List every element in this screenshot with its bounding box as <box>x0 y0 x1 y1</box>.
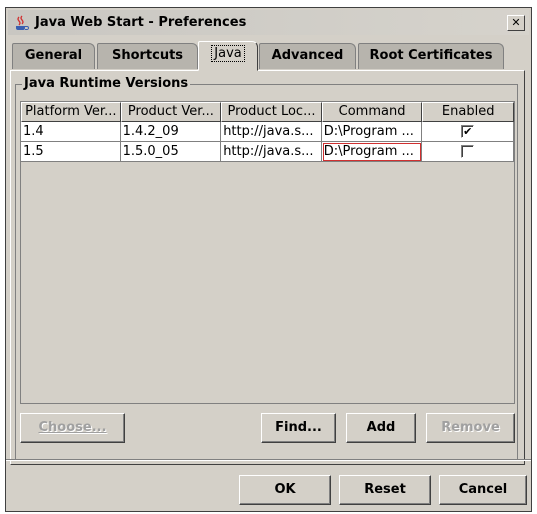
tab-general[interactable]: General <box>12 43 95 69</box>
window-title: Java Web Start - Preferences <box>35 15 247 30</box>
group-title: Java Runtime Versions <box>22 76 191 91</box>
column-header-command[interactable]: Command <box>321 102 423 122</box>
java-tab-panel: Java Runtime Versions Platform Ver... Pr… <box>10 70 525 465</box>
table-row[interactable]: 1.5 1.5.0_05 http://java.s... D:\Program… <box>21 142 514 162</box>
remove-button[interactable]: Remove <box>426 413 515 443</box>
platform-version-cell[interactable]: 1.4 <box>21 122 121 142</box>
column-header-platform-version[interactable]: Platform Ver... <box>21 102 121 122</box>
command-cell-focused[interactable]: D:\Program ... <box>321 142 423 162</box>
product-location-cell[interactable]: http://java.s... <box>221 142 322 162</box>
title-bar[interactable]: Java Web Start - Preferences ✕ <box>8 10 529 35</box>
enabled-checkbox[interactable] <box>461 145 475 158</box>
product-version-cell[interactable]: 1.4.2_09 <box>120 122 222 142</box>
close-button[interactable]: ✕ <box>507 15 525 31</box>
java-cup-icon <box>16 15 29 30</box>
command-cell[interactable]: D:\Program ... <box>321 122 423 142</box>
add-button[interactable]: Add <box>346 413 416 443</box>
ok-button[interactable]: OK <box>239 475 331 505</box>
find-button[interactable]: Find... <box>261 413 336 443</box>
remove-button-label: Remove <box>441 420 500 435</box>
jre-table[interactable]: Platform Ver... Product Ver... Product L… <box>20 101 515 404</box>
reset-button[interactable]: Reset <box>339 475 431 505</box>
table-row[interactable]: 1.4 1.4.2_09 http://java.s... D:\Program… <box>21 122 514 142</box>
platform-version-cell[interactable]: 1.5 <box>21 142 121 162</box>
product-location-cell[interactable]: http://java.s... <box>221 122 322 142</box>
enabled-cell[interactable]: ✔ <box>422 122 514 142</box>
tab-java[interactable]: Java <box>198 41 258 71</box>
choose-button-label: Choose... <box>38 420 107 435</box>
preferences-window: Java Web Start - Preferences ✕ General S… <box>5 7 532 512</box>
column-header-enabled[interactable]: Enabled <box>422 102 514 122</box>
choose-button[interactable]: Choose... <box>20 413 125 443</box>
find-button-label: Find... <box>275 420 322 435</box>
tab-java-label: Java <box>211 45 245 62</box>
column-header-product-version[interactable]: Product Ver... <box>120 102 222 122</box>
tab-shortcuts[interactable]: Shortcuts <box>97 43 198 69</box>
tab-root-certificates[interactable]: Root Certificates <box>358 43 504 69</box>
tab-advanced[interactable]: Advanced <box>259 43 356 69</box>
enabled-cell[interactable] <box>422 142 514 162</box>
enabled-checkbox[interactable]: ✔ <box>461 125 475 138</box>
dialog-separator <box>6 459 531 461</box>
table-empty-area <box>21 160 514 403</box>
add-button-label: Add <box>366 420 396 435</box>
column-header-product-location[interactable]: Product Loc... <box>221 102 322 122</box>
java-runtime-versions-group: Java Runtime Versions Platform Ver... Pr… <box>15 76 518 460</box>
table-header: Platform Ver... Product Ver... Product L… <box>21 102 514 122</box>
product-version-cell[interactable]: 1.5.0_05 <box>120 142 222 162</box>
cancel-button[interactable]: Cancel <box>439 475 527 505</box>
